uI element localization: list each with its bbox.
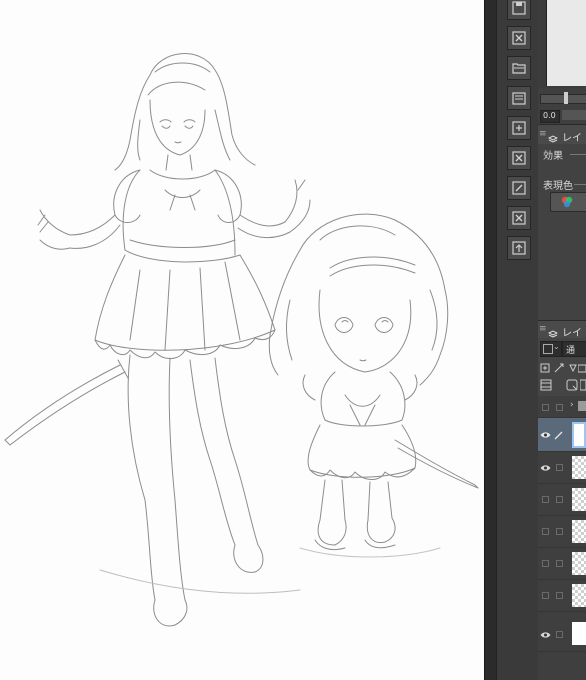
visibility-empty-icon [541, 403, 549, 411]
command-bar [496, 0, 539, 680]
new-fill-layer-icon[interactable] [568, 358, 578, 373]
layer-row-selected[interactable] [538, 418, 586, 452]
layer-list: › [538, 396, 586, 680]
layer-panel-header: ≡ レイ [538, 320, 586, 339]
layer-row-paper[interactable] [538, 618, 586, 652]
close-icon[interactable] [507, 26, 531, 50]
zoom-slider-handle[interactable] [564, 92, 568, 104]
visibility-empty-icon [541, 496, 549, 503]
slider-area: 0.0 [538, 88, 586, 124]
folder-save-icon[interactable] [507, 86, 531, 110]
export-icon[interactable] [507, 236, 531, 260]
layer-row[interactable] [538, 484, 586, 516]
visibility-toggle[interactable] [538, 396, 552, 418]
layer-mask-icon[interactable] [540, 376, 552, 391]
visibility-toggle[interactable] [538, 580, 552, 611]
eye-icon [540, 464, 550, 471]
lock-toggle[interactable] [552, 396, 566, 418]
visibility-toggle[interactable] [538, 618, 552, 651]
layer-property-header: ≡ レイ [538, 124, 586, 145]
layer-thumbnail [572, 552, 586, 575]
eye-icon [540, 431, 550, 438]
layer-thumbnail [572, 622, 586, 645]
layer-property-body: 効果 表現色 [538, 144, 586, 320]
navigator-panel [538, 0, 586, 88]
layers-icon [547, 324, 559, 338]
chevron-down-icon: ⌄ [553, 342, 560, 351]
layer-row[interactable] [538, 580, 586, 612]
layer-settings-icon[interactable] [579, 376, 586, 391]
blend-mode-value: 通 [566, 346, 576, 356]
layer-thumbnail [572, 488, 586, 511]
layer-color-swatch [543, 344, 553, 354]
transform-icon[interactable] [507, 116, 531, 140]
visibility-toggle[interactable] [538, 484, 552, 515]
blend-mode-select[interactable]: 通 [562, 341, 586, 357]
chevron-right-icon[interactable]: › [570, 400, 574, 410]
navigator-preview[interactable] [546, 0, 586, 86]
close-icon[interactable] [507, 206, 531, 230]
lock-toggle[interactable] [552, 580, 566, 611]
layer-color-select[interactable]: ⌄ [540, 341, 562, 357]
effect-label: 効果 [543, 151, 563, 162]
color-mode-button[interactable] [550, 192, 586, 212]
edit-target-toggle[interactable] [552, 418, 566, 451]
visibility-toggle[interactable] [538, 452, 552, 483]
layer-row[interactable] [538, 452, 586, 484]
lock-empty-icon [555, 631, 563, 638]
open-folder-icon[interactable] [507, 56, 531, 80]
lock-empty-icon [555, 592, 563, 599]
new-raster-layer-icon[interactable] [540, 358, 550, 373]
panel-menu-icon[interactable]: ≡ [539, 129, 547, 139]
effect-separator [570, 154, 586, 155]
lock-empty-icon [555, 464, 563, 471]
new-vector-layer-icon[interactable] [554, 358, 564, 373]
layer-thumbnail [572, 422, 586, 448]
right-panel: 0.0 ≡ レイ 効果 表現色 ≡ レイ ⌄ 通 › [538, 0, 586, 680]
close-icon[interactable] [507, 146, 531, 170]
drawing-canvas[interactable] [0, 0, 484, 680]
layer-row-folder[interactable]: › [538, 396, 586, 418]
expression-color-separator [574, 184, 586, 185]
lock-empty-icon [555, 403, 563, 411]
slider-value-field[interactable]: 0.0 [540, 110, 560, 123]
zoom-slider-track[interactable] [540, 94, 586, 104]
new-folder-icon[interactable] [577, 358, 586, 373]
pen-icon [554, 431, 563, 439]
lock-toggle[interactable] [552, 452, 566, 483]
lock-toggle[interactable] [552, 548, 566, 579]
save-icon[interactable] [507, 0, 531, 20]
layer-clip-icon[interactable] [566, 376, 578, 391]
folder-icon [578, 401, 586, 411]
tab-layer-property[interactable]: レイ [562, 129, 582, 144]
lock-toggle[interactable] [552, 618, 566, 651]
slider-secondary-track[interactable] [562, 110, 586, 120]
lock-toggle[interactable] [552, 484, 566, 515]
lock-empty-icon [555, 496, 563, 503]
edit-icon[interactable] [507, 176, 531, 200]
visibility-empty-icon [541, 560, 549, 567]
panel-menu-icon[interactable]: ≡ [539, 324, 547, 334]
layer-row[interactable] [538, 516, 586, 548]
tab-layer[interactable]: レイ [562, 324, 582, 339]
lock-empty-icon [555, 528, 563, 535]
lock-toggle[interactable] [552, 516, 566, 547]
visibility-toggle[interactable] [538, 548, 552, 579]
expression-color-label: 表現色 [543, 181, 573, 192]
sketch-illustration [4, 53, 479, 627]
visibility-toggle[interactable] [538, 516, 552, 547]
layer-thumbnail [572, 456, 586, 479]
visibility-empty-icon [541, 528, 549, 535]
layer-row[interactable] [538, 548, 586, 580]
color-wheel-icon [561, 196, 573, 208]
layer-thumbnail [572, 520, 586, 543]
visibility-empty-icon [541, 592, 549, 599]
layer-toolbar: ⌄ 通 [538, 338, 586, 396]
layer-property-icon [547, 129, 559, 143]
eye-icon [540, 631, 550, 638]
lock-empty-icon [555, 560, 563, 567]
visibility-toggle[interactable] [538, 418, 552, 451]
layer-thumbnail [572, 584, 586, 607]
